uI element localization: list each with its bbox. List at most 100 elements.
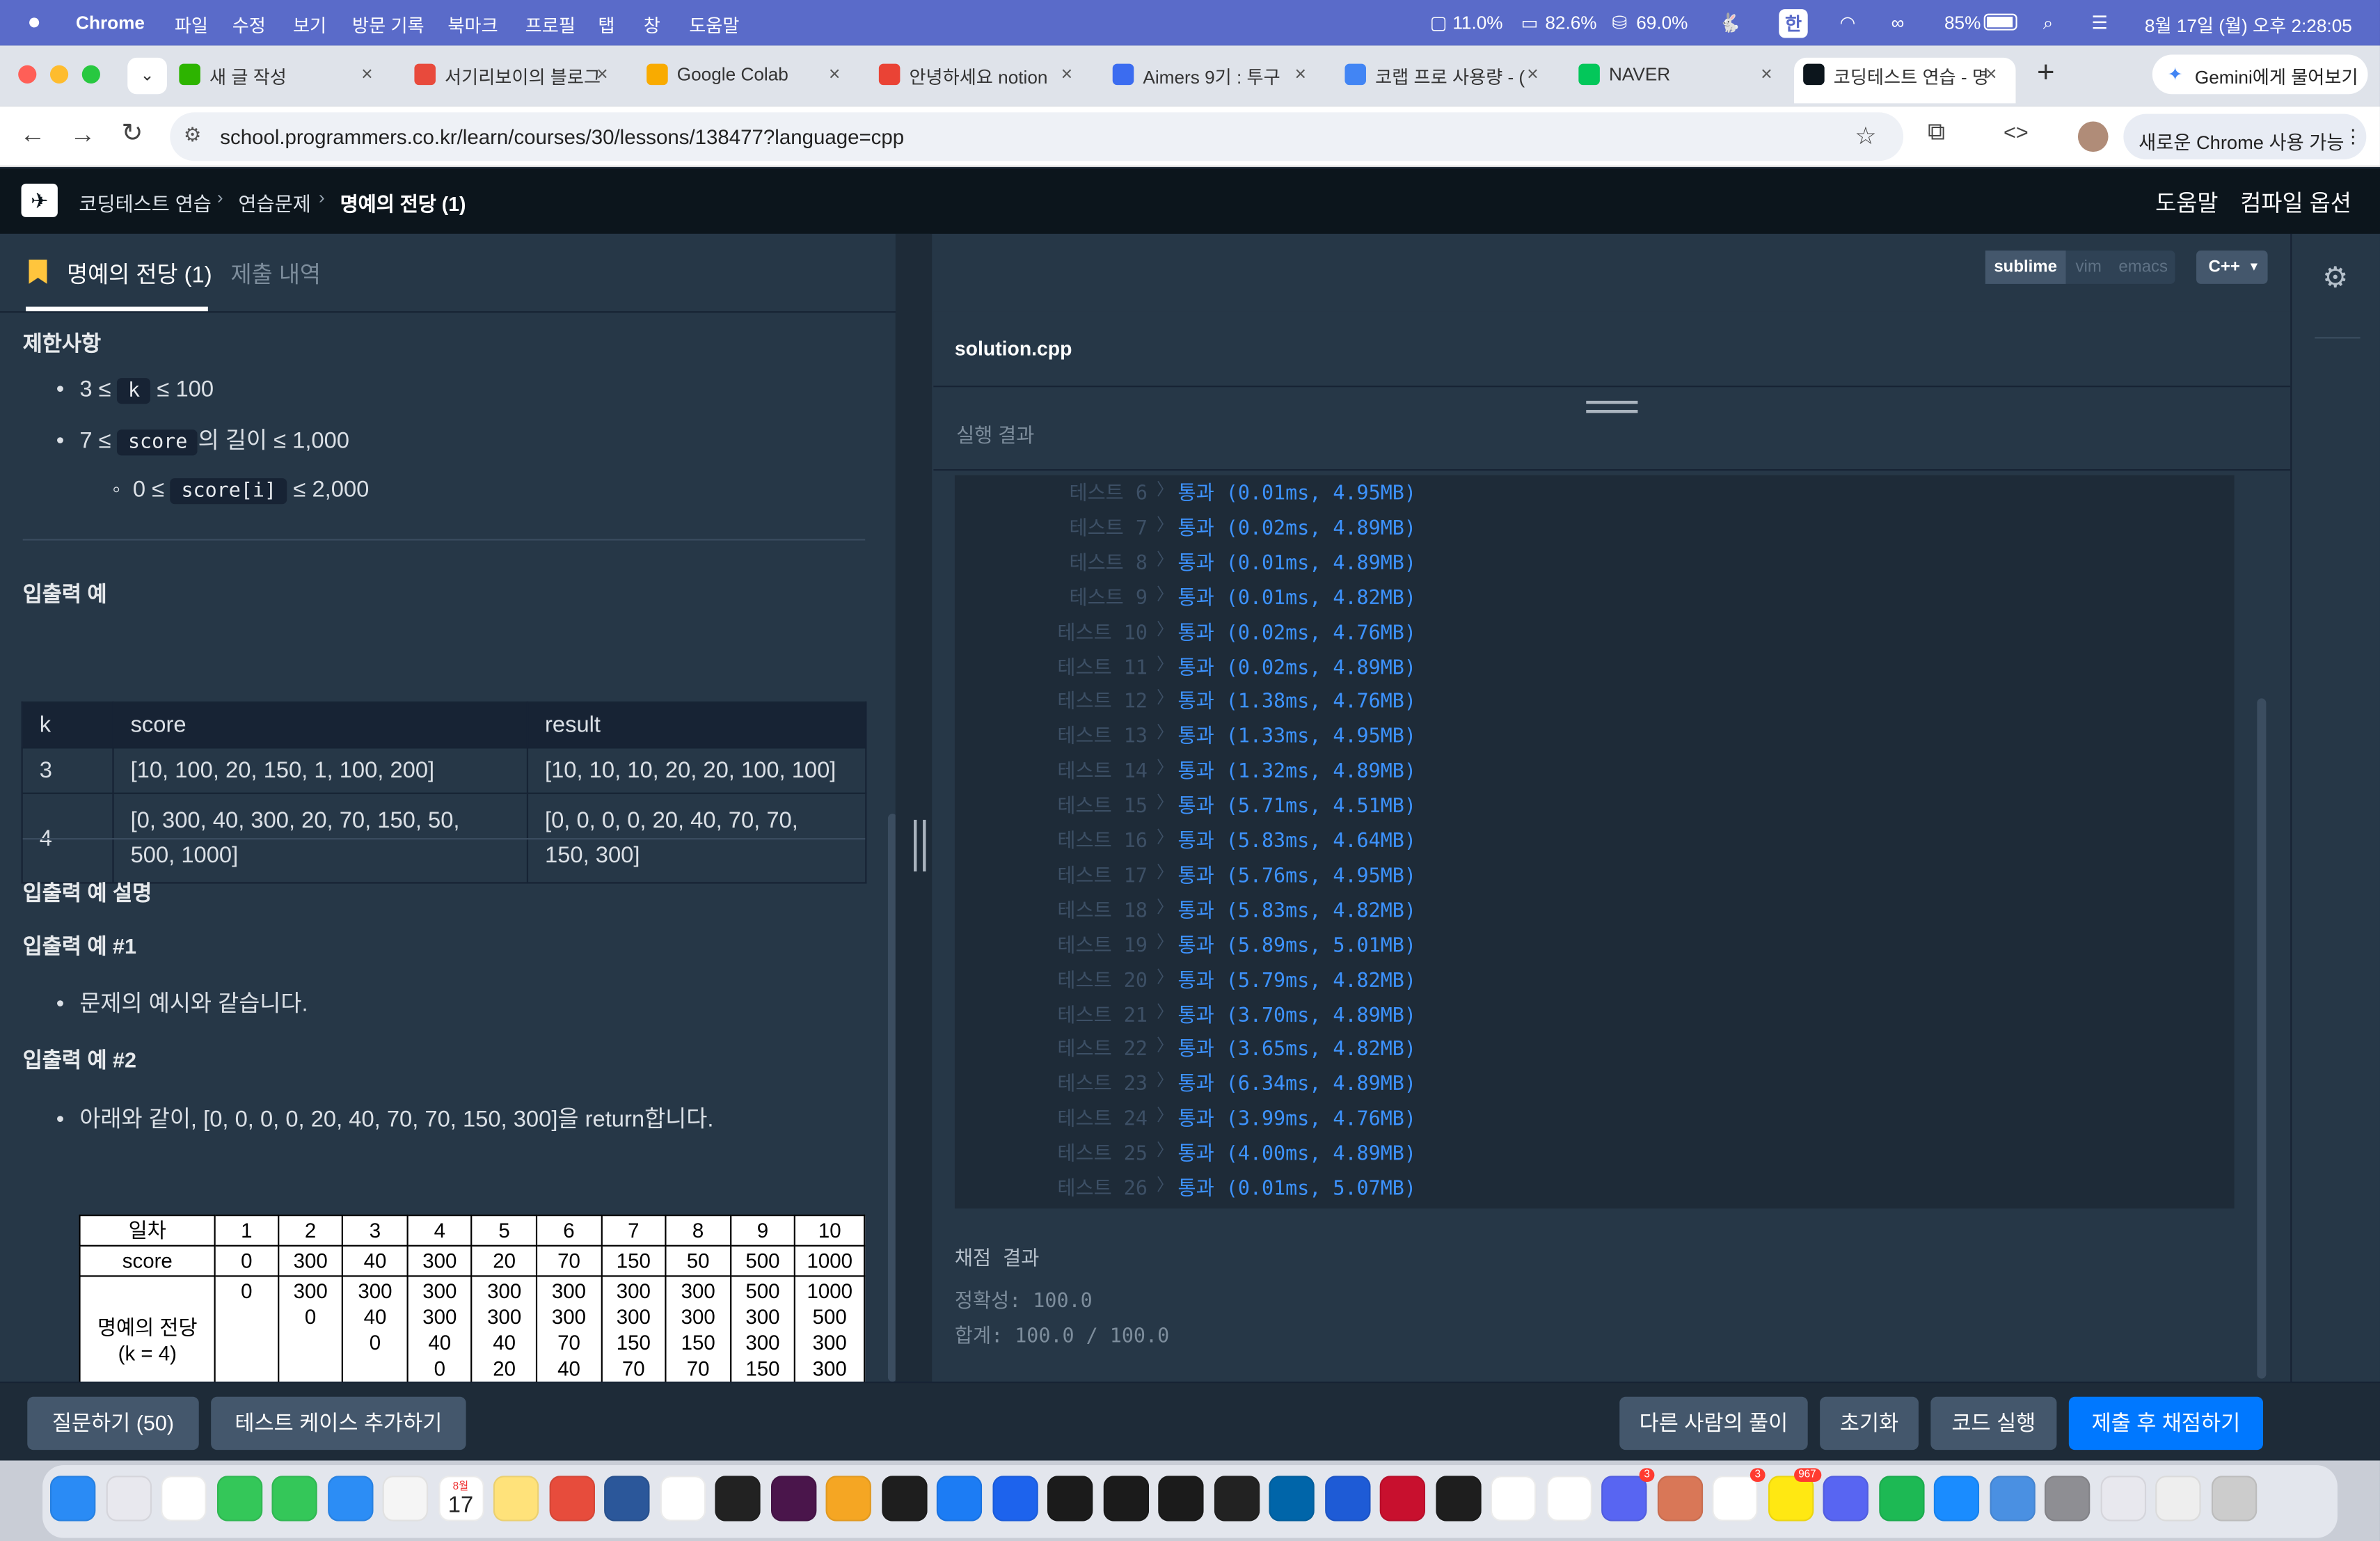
- mode-emacs[interactable]: emacs: [2111, 251, 2175, 284]
- photos-icon[interactable]: [382, 1476, 429, 1522]
- submit-button[interactable]: 제출 후 채점하기: [2068, 1396, 2264, 1451]
- discord-icon[interactable]: [1823, 1476, 1869, 1522]
- mode-sublime[interactable]: sublime: [1985, 250, 2066, 284]
- new-tab-plus-icon[interactable]: +: [2037, 56, 2054, 91]
- freeform-icon[interactable]: [659, 1476, 706, 1522]
- clion-icon[interactable]: [1047, 1476, 1093, 1522]
- browser-tab[interactable]: NAVER ×: [1569, 58, 1791, 103]
- menu-help[interactable]: 도움말: [689, 12, 739, 38]
- intellij-icon[interactable]: [1102, 1476, 1149, 1522]
- menu-window[interactable]: 창: [644, 12, 660, 38]
- tab-close-icon[interactable]: ×: [596, 62, 608, 85]
- discord-alt-icon[interactable]: 3: [1601, 1468, 1655, 1522]
- chrome-icon[interactable]: [161, 1476, 207, 1522]
- kakaotalk-icon[interactable]: 967: [1767, 1468, 1821, 1522]
- forward-arrow-icon[interactable]: →: [70, 120, 95, 150]
- tab-search-chevron-icon[interactable]: ⌄: [127, 57, 167, 95]
- scrollbar[interactable]: [887, 814, 896, 1382]
- site-settings-icon[interactable]: ⚙: [184, 123, 201, 148]
- scrollbar[interactable]: [2257, 698, 2267, 1379]
- add-testcase-button[interactable]: 테스트 케이스 추가하기: [211, 1396, 466, 1451]
- menu-edit[interactable]: 수정: [232, 12, 266, 38]
- menu-profiles[interactable]: 프로필: [525, 12, 576, 38]
- notes-icon[interactable]: [493, 1476, 539, 1522]
- browser-tab[interactable]: Google Colab ×: [637, 58, 859, 103]
- minimize-window-button[interactable]: [49, 65, 69, 84]
- mail-icon[interactable]: [327, 1476, 373, 1522]
- control-center-icon[interactable]: ☰: [2092, 12, 2108, 33]
- pdf-icon[interactable]: [548, 1476, 594, 1522]
- claude-icon[interactable]: [1656, 1476, 1703, 1522]
- file-name[interactable]: solution.cpp: [955, 337, 1072, 360]
- launchpad-icon[interactable]: [105, 1476, 152, 1522]
- extensions-icon[interactable]: ⧉: [1928, 120, 1945, 147]
- devtools-code-icon[interactable]: <>: [2004, 120, 2029, 144]
- back-arrow-icon[interactable]: ←: [19, 120, 45, 150]
- slack-icon[interactable]: [770, 1476, 816, 1522]
- tab-close-icon[interactable]: ×: [1061, 62, 1073, 85]
- app-name[interactable]: Chrome: [76, 12, 145, 33]
- other-solutions-button[interactable]: 다른 사람의 풀이: [1619, 1396, 1808, 1451]
- docker-icon[interactable]: [992, 1476, 1038, 1522]
- browser-tab[interactable]: 새 글 작성 ×: [170, 58, 391, 103]
- airpods-icon[interactable]: ◠: [1839, 12, 1855, 33]
- terminal-icon[interactable]: [1213, 1476, 1260, 1522]
- gear-icon[interactable]: ⚙: [2322, 261, 2348, 296]
- browser-tab[interactable]: 안녕하세요 notion ×: [870, 58, 1091, 103]
- programmers-logo-icon[interactable]: ✈: [21, 183, 58, 217]
- windows-app-icon[interactable]: [1324, 1476, 1370, 1522]
- parallels-icon[interactable]: [1379, 1476, 1426, 1522]
- bookmark-star-icon[interactable]: ☆: [1855, 122, 1876, 152]
- browser-tab[interactable]: 코랩 프로 사용량 - (×: [1335, 58, 1557, 103]
- tab-close-icon[interactable]: ×: [829, 62, 841, 85]
- settings-icon[interactable]: [2044, 1476, 2091, 1522]
- run-code-button[interactable]: 코드 실행: [1930, 1396, 2057, 1451]
- browser-tab[interactable]: Aimers 9기 : 투구 ×: [1104, 58, 1325, 103]
- messages-icon[interactable]: [216, 1476, 262, 1522]
- bookmark-icon[interactable]: [29, 260, 47, 284]
- mode-vim[interactable]: vim: [2068, 251, 2110, 284]
- chatgpt-icon[interactable]: [1546, 1476, 1592, 1522]
- browser-tab[interactable]: 서기리보이의 블로그 ×: [405, 58, 626, 103]
- question-button[interactable]: 질문하기 (50): [27, 1396, 199, 1451]
- notion-icon[interactable]: 3: [1712, 1468, 1766, 1522]
- menu-view[interactable]: 보기: [293, 12, 326, 38]
- calendar-icon[interactable]: 8월 17: [438, 1476, 484, 1522]
- chrome-update-button[interactable]: 새로운 Chrome 사용 가능 ⋮: [2123, 113, 2367, 160]
- input-method[interactable]: 한: [1779, 9, 1808, 38]
- profile-avatar[interactable]: [2077, 121, 2109, 152]
- tab-submissions[interactable]: 제출 내역: [231, 258, 322, 290]
- trash-icon[interactable]: [2210, 1476, 2257, 1522]
- gemini-button[interactable]: ✦ Gemini에게 물어보기: [2152, 54, 2368, 95]
- omnibox[interactable]: ⚙ school.programmers.co.kr/learn/courses…: [170, 112, 1904, 161]
- help-link[interactable]: 도움말: [2155, 187, 2218, 219]
- close-window-button[interactable]: [18, 65, 37, 84]
- xcode-icon[interactable]: [936, 1476, 983, 1522]
- menu-bookmarks[interactable]: 북마크: [447, 12, 498, 38]
- clock-icon[interactable]: [1435, 1476, 1481, 1522]
- breadcrumb-coding-test[interactable]: 코딩테스트 연습: [79, 188, 212, 216]
- tab-close-icon[interactable]: ×: [361, 62, 373, 85]
- panel-splitter[interactable]: [895, 233, 933, 1382]
- tab-close-icon[interactable]: ×: [1527, 62, 1539, 85]
- downloads-icon[interactable]: [2155, 1476, 2201, 1522]
- tab-problem[interactable]: 명예의 전당 (1): [67, 258, 212, 290]
- drag-handle-icon[interactable]: [914, 819, 926, 872]
- vscode-icon[interactable]: [1269, 1476, 1315, 1522]
- tab-close-icon[interactable]: ×: [1294, 62, 1306, 85]
- language-select[interactable]: C++ ▼: [2196, 250, 2268, 284]
- facetime-icon[interactable]: [271, 1476, 317, 1522]
- browser-tab[interactable]: 코딩테스트 연습 - 명 ×: [1794, 57, 2016, 104]
- word-icon[interactable]: [604, 1476, 650, 1522]
- finder-icon[interactable]: [49, 1476, 96, 1522]
- rabbit-icon[interactable]: 🐇: [1718, 12, 1741, 33]
- battery-icon[interactable]: [1983, 13, 2017, 31]
- pycharm-icon[interactable]: [1158, 1476, 1204, 1522]
- link-icon[interactable]: ∞: [1891, 12, 1905, 33]
- ollama-icon[interactable]: [1490, 1476, 1537, 1522]
- files-icon[interactable]: [1989, 1476, 2035, 1522]
- clock[interactable]: 8월 17일 (월) 오후 2:28:05: [2145, 12, 2352, 38]
- figma-icon[interactable]: [881, 1476, 927, 1522]
- search-icon[interactable]: ⌕: [2043, 12, 2054, 35]
- spark-icon[interactable]: [825, 1476, 871, 1522]
